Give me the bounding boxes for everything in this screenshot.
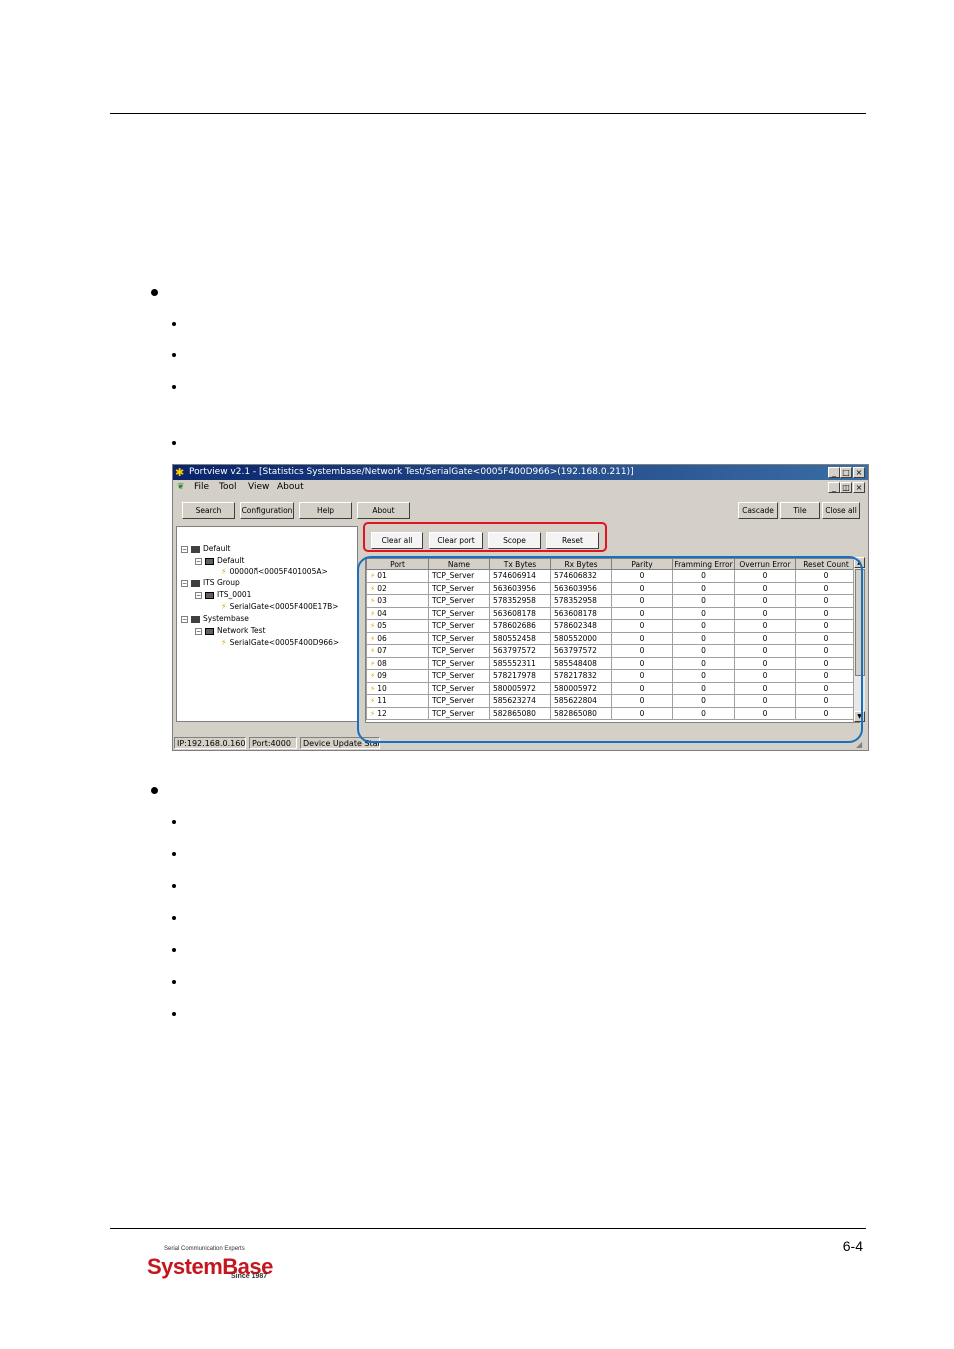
list-bullet: [172, 1012, 176, 1016]
device-icon: [205, 627, 214, 635]
folder-icon: [191, 579, 200, 587]
tree-group-its[interactable]: − ITS Group: [181, 578, 240, 588]
footer-rule: [110, 1228, 866, 1229]
menu-tool[interactable]: Tool: [219, 480, 236, 495]
toolbar: Search Configuration Help About Cascade …: [173, 496, 868, 523]
maximize-icon[interactable]: □: [840, 467, 852, 478]
close-icon[interactable]: ×: [853, 467, 865, 478]
list-bullet: [172, 980, 176, 984]
list-bullet: [172, 322, 176, 326]
resize-grip-icon[interactable]: ◢: [856, 739, 862, 750]
child-close-icon[interactable]: ×: [853, 482, 865, 493]
tree-device-its[interactable]: − ITS_0001: [195, 590, 251, 600]
folder-icon: [191, 545, 200, 553]
logo-since: Since 1987: [231, 1273, 268, 1280]
logo-tagline: Serial Communication Experts: [164, 1246, 245, 1252]
search-button[interactable]: Search: [182, 502, 235, 519]
list-bullet: [172, 441, 176, 445]
folder-icon: [191, 615, 200, 623]
menu-bar: ❦ File Tool View About _ ◫ ×: [173, 480, 868, 495]
port-icon: ⚡: [221, 567, 227, 576]
tree-group-systembase[interactable]: − Systembase: [181, 614, 249, 624]
page-number: 6-4: [842, 1238, 863, 1254]
list-bullet: [172, 852, 176, 856]
device-icon: [205, 591, 214, 599]
list-bullet: [172, 916, 176, 920]
tile-button[interactable]: Tile: [780, 502, 820, 519]
section-bullet-2: [151, 787, 158, 794]
configuration-button[interactable]: Configuration: [240, 502, 294, 519]
window-title: Portview v2.1 - [Statistics Systembase/N…: [189, 467, 634, 477]
about-button[interactable]: About: [357, 502, 410, 519]
doc-icon: ❦: [177, 482, 185, 492]
tree-port-its[interactable]: ⚡ SerialGate<0005F400E17B>: [221, 602, 339, 612]
header-rule: [110, 113, 866, 114]
tree-device-default[interactable]: − Default: [195, 556, 244, 566]
menu-view[interactable]: View: [248, 480, 269, 495]
status-port: Port:4000: [249, 737, 297, 749]
device-tree: − Default − Default ⚡ 00000กี<0005F401005A>…: [176, 526, 358, 722]
portview-app-icon: ✱: [175, 466, 185, 479]
tree-port-network-test[interactable]: ⚡ SerialGate<0005F400D966>: [221, 638, 339, 648]
port-active-icon: ⚡: [221, 638, 227, 647]
list-bullet: [172, 820, 176, 824]
tree-device-network-test[interactable]: − Network Test: [195, 626, 265, 636]
device-icon: [205, 557, 214, 565]
buttons-highlight: [363, 522, 607, 552]
section-bullet-1: [151, 289, 158, 296]
table-highlight: [357, 556, 863, 743]
child-restore-icon[interactable]: ◫: [840, 482, 852, 493]
list-bullet: [172, 385, 176, 389]
list-bullet: [172, 948, 176, 952]
tree-group-default[interactable]: − Default: [181, 544, 230, 554]
close-all-button[interactable]: Close all: [822, 502, 860, 519]
list-bullet: [172, 884, 176, 888]
cascade-button[interactable]: Cascade: [738, 502, 778, 519]
systembase-logo: Serial Communication Experts SystemBase …: [147, 1246, 277, 1284]
port-icon: ⚡: [221, 602, 227, 611]
list-bullet: [172, 353, 176, 357]
child-minimize-icon[interactable]: _: [828, 482, 840, 493]
help-button[interactable]: Help: [299, 502, 352, 519]
title-bar: ✱ Portview v2.1 - [Statistics Systembase…: [173, 465, 868, 480]
minimize-icon[interactable]: _: [828, 467, 840, 478]
status-ip: IP:192.168.0.160: [174, 737, 246, 749]
menu-about[interactable]: About: [277, 480, 304, 495]
menu-file[interactable]: File: [194, 480, 209, 495]
tree-port-default[interactable]: ⚡ 00000กี<0005F401005A>: [221, 567, 328, 577]
